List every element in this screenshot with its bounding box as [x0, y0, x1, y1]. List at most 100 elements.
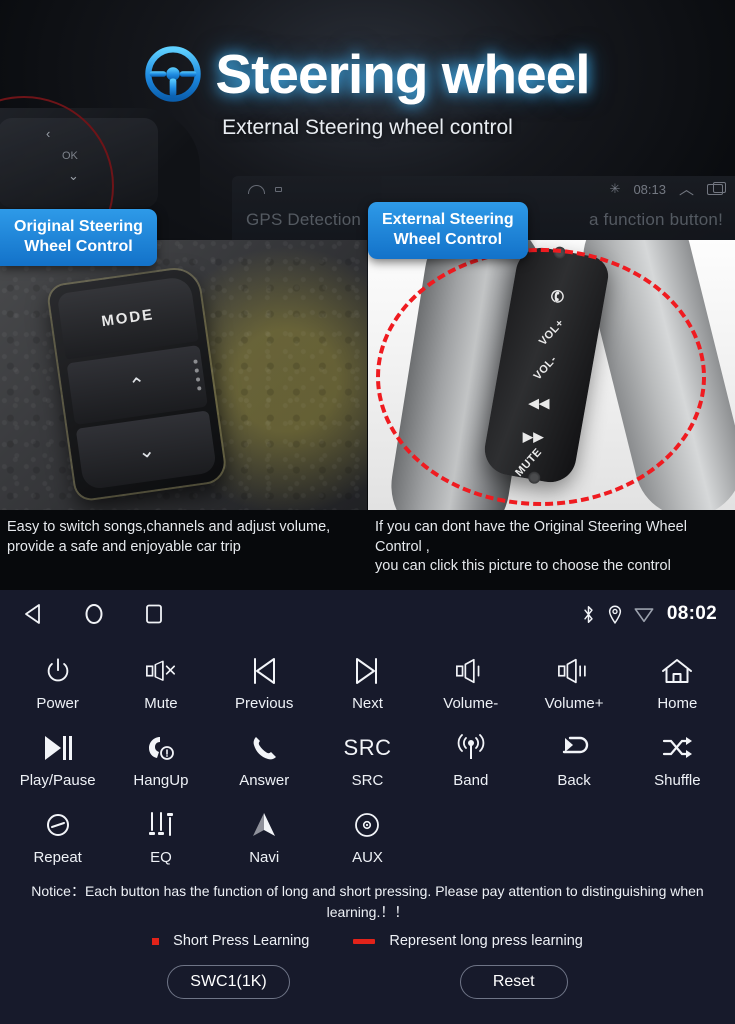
window-icon	[707, 181, 726, 195]
oem-control-module: MODE ⌃ ⌄	[47, 266, 227, 501]
external-control-badge: External Steering Wheel Control	[368, 202, 528, 259]
short-press-legend-label: Short Press Learning	[173, 933, 310, 949]
notice-line-1: Notice：Each button has the function of l…	[31, 883, 704, 899]
background-left-text: GPS Detection	[246, 210, 362, 229]
swc-button-play-pause[interactable]: Play/Pause	[6, 725, 109, 792]
answer-call-icon	[250, 731, 278, 765]
badge-line-1: External Steering	[382, 211, 514, 228]
recent-apps-icon	[275, 186, 282, 192]
caption-line-2: you can click this picture to choose the…	[375, 558, 671, 575]
swc-button-label: Band	[453, 772, 489, 789]
caption-line-1: Easy to switch songs,channels and adjust…	[7, 519, 331, 535]
background-status-bar: ✳ 08:13 ︿	[232, 176, 735, 202]
repeat-icon	[43, 808, 73, 842]
swc-button-label: Answer	[239, 772, 290, 789]
external-control-panel[interactable]: ✆ VOL+ VOL- ◀◀ ▶▶ MUTE	[368, 240, 735, 510]
swc-button-label: Volume-	[443, 695, 499, 712]
chevron-down-icon: ⌄	[68, 168, 79, 183]
footer-actions: SWC1(1K) Reset	[0, 965, 735, 999]
swc-button-label: HangUp	[133, 772, 189, 789]
chevron-up-icon: ︿	[678, 180, 694, 198]
reset-button[interactable]: Reset	[459, 965, 568, 999]
equalizer-icon	[147, 808, 175, 842]
next-track-icon	[353, 654, 381, 688]
play-pause-icon	[43, 731, 73, 765]
home-icon	[661, 654, 693, 688]
prev-icon: ◀◀	[528, 395, 550, 411]
background-clock: 08:13	[633, 181, 666, 197]
swc-button-label: Volume+	[544, 695, 604, 712]
swc-button-label: Play/Pause	[19, 772, 96, 789]
recents-square-icon[interactable]	[142, 602, 166, 626]
power-icon	[43, 654, 73, 688]
swc-button-label: Home	[657, 695, 698, 712]
screw-icon	[552, 245, 567, 260]
swc-button-volume-down[interactable]: Volume-	[419, 648, 522, 715]
swc-button-eq[interactable]: EQ	[109, 802, 212, 869]
home-circle-icon[interactable]	[82, 602, 106, 626]
original-control-panel[interactable]: MODE ⌃ ⌄	[0, 240, 367, 510]
previous-track-icon	[250, 654, 278, 688]
caption-line-2: provide a safe and enjoyable car trip	[7, 538, 241, 555]
screw-icon-bottom	[527, 470, 542, 485]
swc-button-label: Mute	[144, 695, 178, 712]
swc-button-label: Navi	[249, 849, 280, 866]
notice-text: Notice：Each button has the function of l…	[14, 881, 721, 923]
swc-button-label: SRC	[351, 772, 384, 789]
oem-steering-wheel-photo: MODE ⌃ ⌄	[0, 240, 367, 510]
swc-button-answer[interactable]: Answer	[213, 725, 316, 792]
caption-line-1: If you can dont have the Original Steeri…	[375, 519, 687, 555]
back-arrow-icon	[558, 731, 590, 765]
navigation-arrow-icon	[249, 808, 279, 842]
swc-button-label: Repeat	[33, 849, 82, 866]
swc-button-label: AUX	[352, 849, 383, 866]
swc-button-volume-up[interactable]: Volume+	[522, 648, 625, 715]
swc-button-next[interactable]: Next	[316, 648, 419, 715]
panel-captions: Easy to switch songs,channels and adjust…	[0, 510, 735, 590]
legend: Short Press Learning Represent long pres…	[0, 933, 735, 949]
badge-line-2: Wheel Control	[393, 231, 503, 248]
swc-button-src[interactable]: SRC SRC	[316, 725, 419, 792]
swc-button-hangup[interactable]: HangUp	[109, 725, 212, 792]
swc-button-band[interactable]: Band	[419, 725, 522, 792]
bluetooth-icon	[584, 605, 593, 623]
swc-button-back[interactable]: Back	[522, 725, 625, 792]
comparison-panels: MODE ⌃ ⌄ ✆ VOL+ VOL- ◀◀ ▶▶ MUTE	[0, 240, 735, 510]
page-title: Steering wheel	[215, 42, 590, 105]
swc-channel-button[interactable]: SWC1(1K)	[167, 965, 290, 999]
swc-button-power[interactable]: Power	[6, 648, 109, 715]
hero-banner: ‹ OK ⌄ ✳ 08:13 ︿ GPS Detection a functio…	[0, 0, 735, 590]
mute-icon	[145, 654, 177, 688]
swc-button-mute[interactable]: Mute	[109, 648, 212, 715]
location-pin-icon	[608, 604, 621, 624]
background-right-text: a function button!	[588, 210, 723, 229]
band-antenna-icon	[455, 731, 487, 765]
swc-button-navi[interactable]: Navi	[213, 802, 316, 869]
original-control-badge: Original Steering Wheel Control	[0, 209, 157, 266]
badge-line-1: Original Steering	[14, 218, 143, 235]
steering-wheel-icon	[145, 46, 202, 102]
bluetooth-icon: ✳	[609, 181, 621, 196]
notice-line-2: learning.！！	[326, 904, 409, 920]
android-navigation-bar: 08:02	[0, 590, 735, 638]
hang-up-icon	[146, 731, 176, 765]
external-control-caption: If you can dont have the Original Steeri…	[368, 510, 735, 590]
hero-title-block: Steering wheel External Steering wheel c…	[0, 46, 735, 140]
short-press-marker-icon	[152, 937, 160, 945]
swc-button-label: Previous	[235, 695, 294, 712]
swc-button-label: Power	[36, 695, 79, 712]
src-text-icon: SRC	[344, 731, 392, 765]
console-ok-label: OK	[62, 150, 78, 162]
swc-button-label: Next	[352, 695, 383, 712]
original-control-caption: Easy to switch songs,channels and adjust…	[0, 510, 367, 590]
status-bar-clock: 08:02	[666, 603, 717, 624]
swc-button-shuffle[interactable]: Shuffle	[626, 725, 729, 792]
swc-button-aux[interactable]: AUX	[316, 802, 419, 869]
back-triangle-icon[interactable]	[22, 602, 46, 626]
swc-button-previous[interactable]: Previous	[213, 648, 316, 715]
swc-button-repeat[interactable]: Repeat	[6, 802, 109, 869]
wifi-icon	[634, 607, 654, 622]
swc-button-home[interactable]: Home	[626, 648, 729, 715]
next-icon: ▶▶	[522, 428, 544, 444]
long-press-marker-icon	[353, 938, 376, 944]
